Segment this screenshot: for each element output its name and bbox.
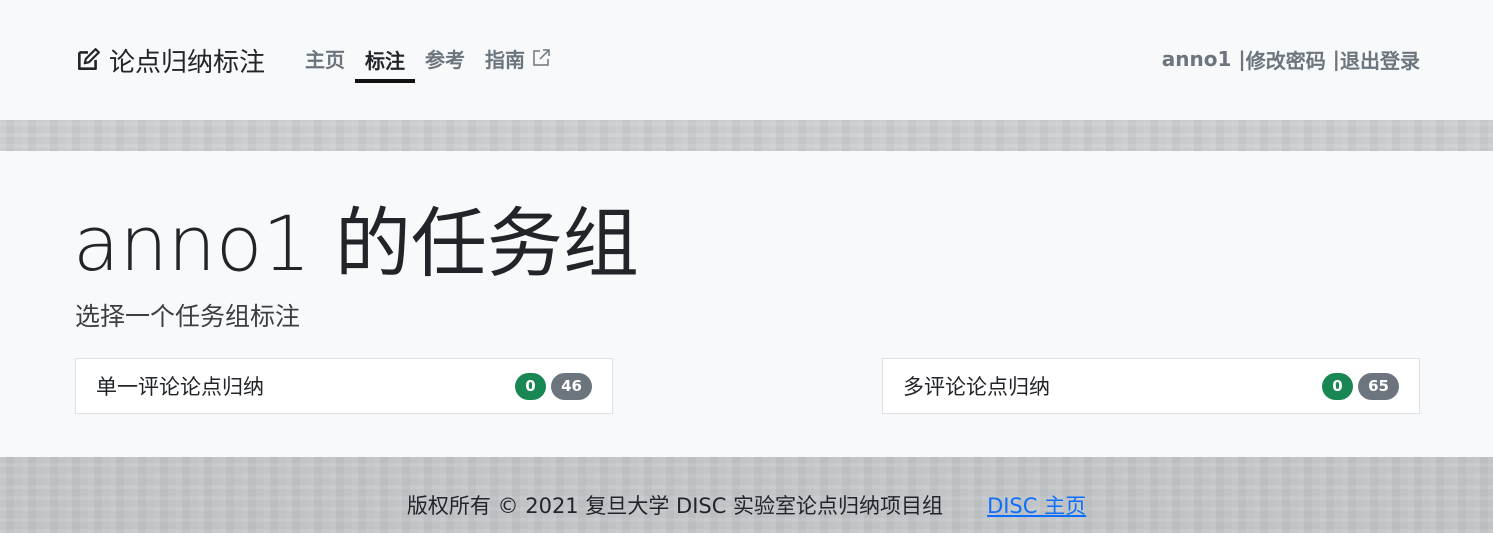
nav-annotate-label: 标注 [365, 48, 405, 73]
done-count-badge: 0 [1322, 372, 1353, 400]
task-group-panel: anno1 的任务组 选择一个任务组标注 单一评论论点归纳 0 46 多评论论点… [0, 151, 1493, 457]
task-group-card[interactable]: 多评论论点归纳 0 65 [882, 358, 1420, 414]
nav-reference-label: 参考 [425, 47, 465, 72]
done-count-badge: 0 [515, 372, 546, 400]
nav-reference[interactable]: 参考 [415, 36, 475, 80]
task-group-name: 多评论论点归纳 [903, 375, 1050, 399]
external-link-icon [533, 49, 550, 66]
separator-2: | [1325, 47, 1340, 71]
nav-home[interactable]: 主页 [295, 36, 355, 80]
task-group-name: 单一评论论点归纳 [96, 375, 264, 399]
logout-link[interactable]: 退出登录 [1340, 45, 1420, 74]
main-nav: 主页 标注 参考 指南 [295, 36, 561, 84]
page-title: anno1 的任务组 [73, 199, 639, 288]
total-count-badge: 46 [551, 372, 592, 400]
disc-home-link[interactable]: DISC 主页 [987, 490, 1086, 520]
nav-guide[interactable]: 指南 [475, 36, 561, 80]
nav-annotate[interactable]: 标注 [355, 36, 415, 83]
user-menu: anno1 | 修改密码 | 退出登录 [1162, 44, 1420, 74]
nav-home-label: 主页 [305, 47, 345, 72]
footer: 版权所有 © 2021 复旦大学 DISC 实验室论点归纳项目组 DISC 主页 [0, 487, 1493, 523]
change-password-link[interactable]: 修改密码 [1246, 45, 1326, 74]
copyright-text: 版权所有 © 2021 复旦大学 DISC 实验室论点归纳项目组 [406, 494, 944, 518]
brand[interactable]: 论点归纳标注 [75, 40, 265, 80]
task-group-card[interactable]: 单一评论论点归纳 0 46 [75, 358, 613, 414]
total-count-badge: 65 [1358, 372, 1399, 400]
username[interactable]: anno1 [1162, 47, 1232, 71]
edit-square-icon [78, 48, 100, 70]
separator-1: | [1231, 47, 1246, 71]
nav-guide-label: 指南 [485, 47, 525, 72]
page-subtitle: 选择一个任务组标注 [75, 302, 301, 331]
navbar: 论点归纳标注 主页 标注 参考 指南 anno1 | 修改密码 | 退出登录 [0, 0, 1493, 120]
brand-title: 论点归纳标注 [109, 47, 266, 78]
